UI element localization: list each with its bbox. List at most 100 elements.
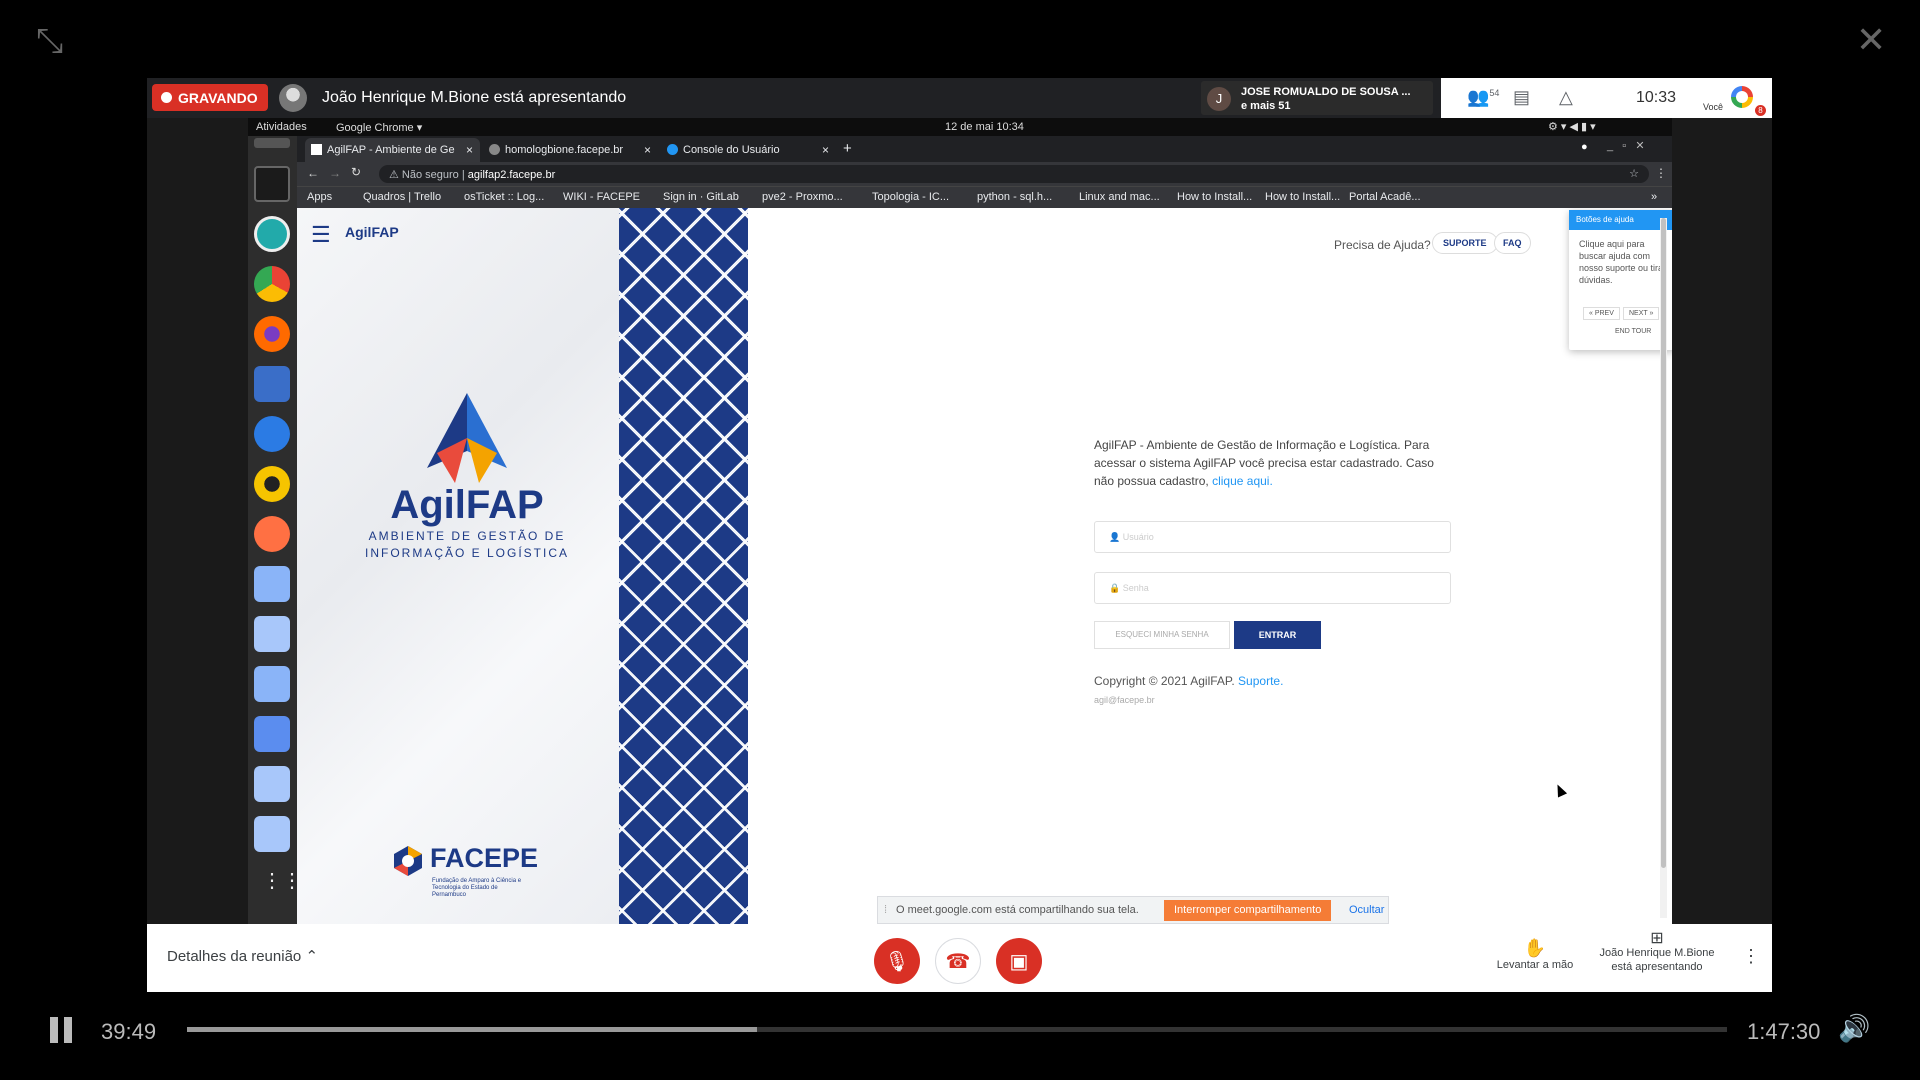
present-screen-icon: ⊞ bbox=[1650, 930, 1664, 947]
drag-handle-icon[interactable]: ⁞ bbox=[884, 904, 887, 916]
vm-icon-3[interactable] bbox=[254, 666, 290, 702]
camera-off-button[interactable]: ▣ bbox=[996, 938, 1042, 984]
vm-icon-2[interactable] bbox=[254, 616, 290, 652]
forward-icon[interactable]: → bbox=[329, 166, 341, 180]
app-name: AgilFAP bbox=[345, 224, 399, 240]
support-link[interactable]: Suporte. bbox=[1238, 674, 1283, 688]
forgot-password-button[interactable]: ESQUECI MINHA SENHA bbox=[1094, 621, 1230, 649]
tour-next-button[interactable]: NEXT » bbox=[1623, 307, 1660, 320]
reload-icon[interactable]: ↻ bbox=[351, 165, 361, 179]
menu-dots-icon[interactable]: ⋮ bbox=[1655, 166, 1667, 180]
virtualbox-icon[interactable] bbox=[254, 366, 290, 402]
stop-sharing-button[interactable]: Interromper compartilhamento bbox=[1164, 900, 1332, 921]
remote-tool-icon[interactable] bbox=[254, 516, 290, 552]
hand-icon: ✋ bbox=[1523, 938, 1547, 958]
bookmark-item[interactable]: WIKI - FACEPE bbox=[563, 191, 640, 203]
chat-icon[interactable]: ▤ bbox=[1513, 87, 1530, 108]
rhythmbox-icon[interactable] bbox=[254, 466, 290, 502]
presenting-button[interactable]: ⊞ João Henrique M.Bione está apresentand… bbox=[1592, 930, 1722, 974]
more-bookmarks-icon[interactable]: » bbox=[1651, 191, 1657, 203]
lock-icon: 🔒 bbox=[1109, 583, 1123, 593]
star-icon[interactable]: ☆ bbox=[1629, 167, 1639, 180]
tab-agilfap[interactable]: AgilFAP - Ambiente de Ge × bbox=[305, 138, 480, 162]
branding-pane: ☰ AgilFAP AgilFAP AMBIENTE DE GESTÃO DE … bbox=[297, 208, 619, 924]
username-input[interactable]: 👤 Usuário bbox=[1094, 521, 1451, 553]
address-bar-row: ← → ↻ ⚠ Não seguro | agilfap2.facepe.br … bbox=[297, 162, 1672, 186]
back-icon[interactable]: ← bbox=[307, 166, 319, 180]
seek-bar[interactable] bbox=[187, 1027, 1727, 1032]
register-link[interactable]: clique aqui. bbox=[1212, 474, 1273, 488]
scrollbar-thumb[interactable] bbox=[1661, 218, 1666, 868]
tour-text: Clique aqui para buscar ajuda com nosso … bbox=[1579, 239, 1667, 285]
mic-off-icon: 🎙 bbox=[884, 950, 910, 973]
new-tab-button[interactable]: + bbox=[843, 140, 852, 157]
bookmark-item[interactable]: How to Install... bbox=[1265, 191, 1340, 203]
bookmark-item[interactable]: Apps bbox=[307, 191, 332, 203]
vm-icon-4[interactable] bbox=[254, 766, 290, 802]
tour-end-button[interactable]: END TOUR bbox=[1615, 328, 1651, 335]
people-icon[interactable]: 👥54 bbox=[1467, 87, 1499, 108]
bookmark-item[interactable]: pve2 - Proxmo... bbox=[762, 191, 843, 203]
thunderbird-icon[interactable] bbox=[254, 416, 290, 452]
mic-off-button[interactable]: 🎙 bbox=[874, 938, 920, 984]
app-menu[interactable]: Google Chrome ▾ bbox=[336, 121, 422, 134]
more-options-icon[interactable]: ⋮ bbox=[1742, 946, 1760, 967]
bookmark-item[interactable]: Topologia - IC... bbox=[872, 191, 949, 203]
meeting-details-button[interactable]: Detalhes da reunião ⌃ bbox=[167, 947, 318, 965]
password-input[interactable]: 🔒 Senha bbox=[1094, 572, 1451, 604]
dock-partial-icon[interactable] bbox=[254, 138, 290, 148]
pause-icon[interactable] bbox=[48, 1017, 76, 1043]
hang-up-button[interactable]: ☎ bbox=[935, 938, 981, 984]
bookmark-item[interactable]: Quadros | Trello bbox=[363, 191, 441, 203]
vm-icon-1[interactable] bbox=[254, 566, 290, 602]
bookmark-item[interactable]: python - sql.h... bbox=[977, 191, 1052, 203]
vm-icon-5[interactable] bbox=[254, 816, 290, 852]
contact-email: agil@facepe.br bbox=[1094, 695, 1155, 705]
tour-popup: Botões de ajuda Clique aqui para buscar … bbox=[1569, 210, 1672, 350]
vm-win10-icon[interactable] bbox=[254, 716, 290, 752]
terminal-icon[interactable] bbox=[254, 166, 290, 202]
phone-icon: ☎ bbox=[945, 950, 971, 973]
activities-button[interactable]: Atividades bbox=[256, 121, 307, 133]
volume-icon[interactable]: 🔊 bbox=[1838, 1013, 1870, 1044]
remmina-icon[interactable] bbox=[254, 216, 290, 252]
bookmarks-bar: Apps Quadros | Trello osTicket :: Log...… bbox=[297, 186, 1672, 208]
firefox-icon[interactable] bbox=[254, 316, 290, 352]
hide-button[interactable]: Ocultar bbox=[1349, 904, 1384, 916]
tab-console[interactable]: Console do Usuário × bbox=[661, 138, 836, 162]
share-message: O meet.google.com está compartilhando su… bbox=[896, 904, 1139, 916]
support-button[interactable]: SUPORTE bbox=[1432, 232, 1498, 254]
raise-hand-button[interactable]: ✋ Levantar a mão bbox=[1493, 938, 1577, 971]
faq-button[interactable]: FAQ bbox=[1494, 232, 1531, 254]
agilfap-logo-icon bbox=[427, 393, 507, 483]
bookmark-item[interactable]: Linux and mac... bbox=[1079, 191, 1160, 203]
participant-tile[interactable]: J JOSE ROMUALDO DE SOUSA ... e mais 51 bbox=[1201, 81, 1433, 115]
exit-fullscreen-icon[interactable]: ⤡ bbox=[36, 24, 63, 58]
close-tab-icon[interactable]: × bbox=[822, 143, 829, 157]
bookmark-item[interactable]: Sign in · GitLab bbox=[663, 191, 739, 203]
close-tab-icon[interactable]: × bbox=[466, 143, 473, 157]
presenting-line2: está apresentando bbox=[1611, 961, 1703, 973]
login-button[interactable]: ENTRAR bbox=[1234, 621, 1321, 649]
system-tray-icon[interactable]: ⚙ ▾ ◀ ▮ ▾ bbox=[1548, 120, 1596, 133]
bookmark-item[interactable]: osTicket :: Log... bbox=[464, 191, 544, 203]
bookmark-item[interactable]: How to Install... bbox=[1177, 191, 1252, 203]
page-scrollbar[interactable] bbox=[1660, 218, 1667, 918]
window-controls-icon[interactable]: _ ▫ ✕ bbox=[1607, 139, 1645, 152]
omnibox[interactable]: ⚠ Não seguro | agilfap2.facepe.br ☆ bbox=[379, 165, 1649, 183]
copyright-text: Copyright © 2021 AgilFAP. bbox=[1094, 674, 1239, 688]
hamburger-menu-icon[interactable]: ☰ bbox=[311, 224, 331, 246]
tab-homologbione[interactable]: homologbione.facepe.br × bbox=[483, 138, 658, 162]
record-icon[interactable]: ● bbox=[1581, 141, 1588, 153]
activities-icon[interactable]: △ bbox=[1559, 87, 1573, 108]
mouse-cursor-icon bbox=[1552, 782, 1568, 798]
bookmark-item[interactable]: Portal Acadê... bbox=[1349, 191, 1421, 203]
tour-prev-button[interactable]: « PREV bbox=[1583, 307, 1620, 320]
shared-screen: Atividades Google Chrome ▾ 12 de mai 10:… bbox=[248, 118, 1672, 924]
screen-share-bar: ⁞ O meet.google.com está compartilhando … bbox=[877, 896, 1389, 924]
decorative-pattern bbox=[619, 208, 748, 924]
presenter-text: João Henrique M.Bione está apresentando bbox=[322, 89, 627, 106]
close-icon[interactable]: ✕ bbox=[1856, 22, 1886, 58]
chrome-icon[interactable] bbox=[254, 266, 290, 302]
close-tab-icon[interactable]: × bbox=[644, 143, 651, 157]
